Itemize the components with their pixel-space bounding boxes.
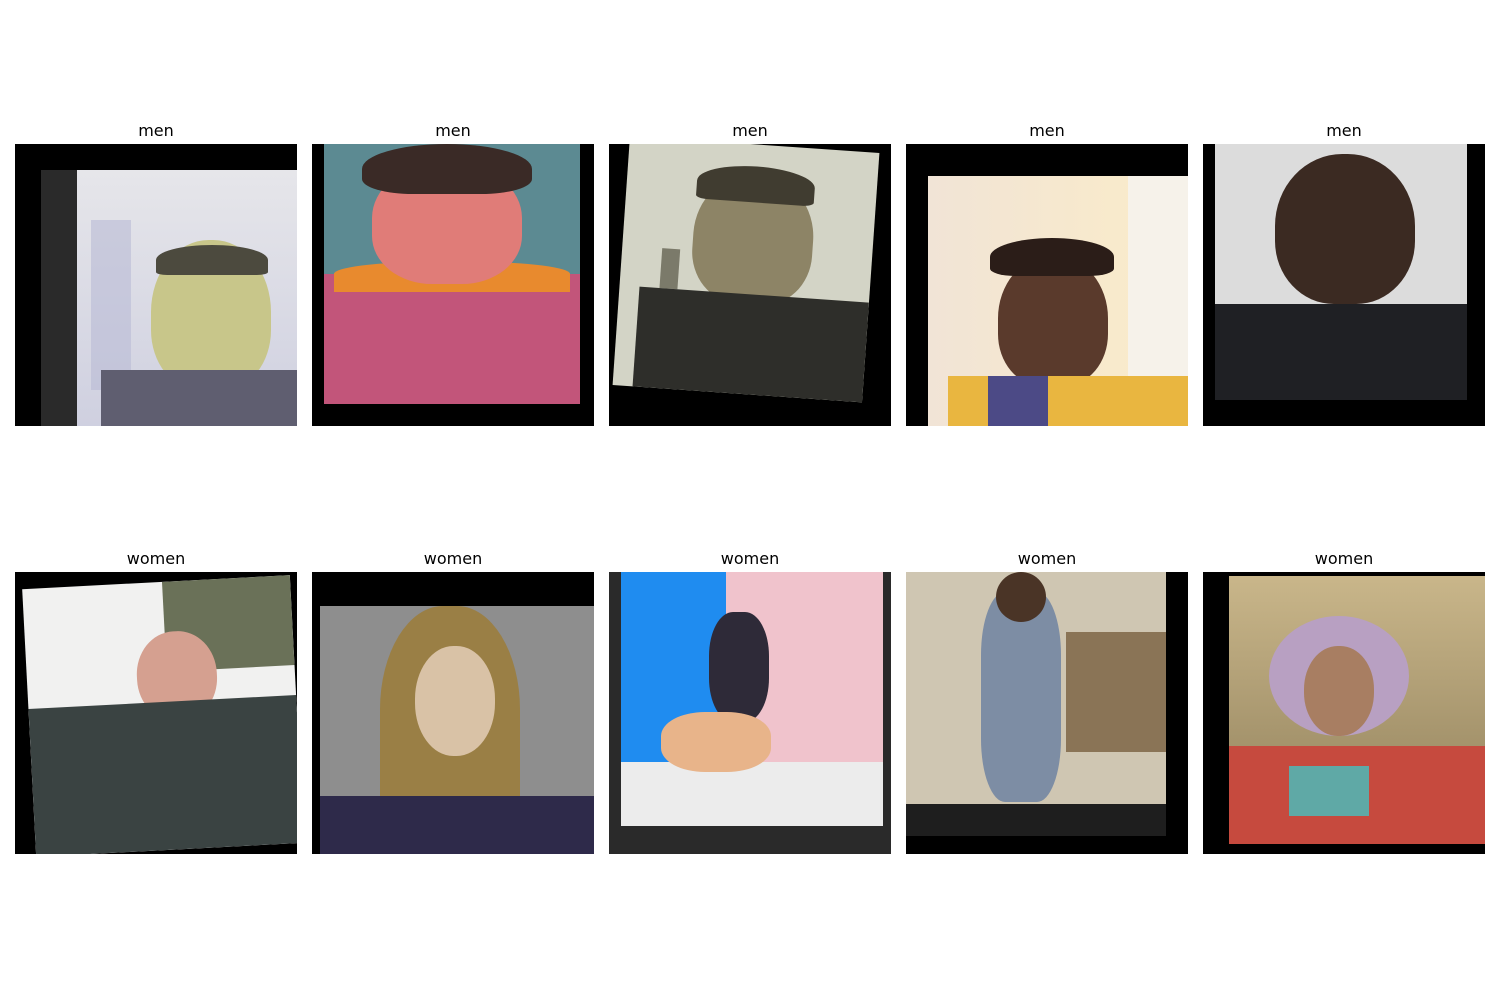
cell-title: men [1326,121,1362,140]
cell-title: women [720,549,780,568]
cell-title: men [732,121,768,140]
photo [320,606,594,854]
cell-title: men [435,121,471,140]
photo [621,572,883,826]
image-panel [906,572,1188,854]
cell-title: women [1017,549,1077,568]
photo [22,575,297,854]
cell-title: women [126,549,186,568]
image-panel [312,572,594,854]
photo [41,170,297,426]
photo [928,176,1188,426]
image-panel [15,572,297,854]
photo [906,572,1166,836]
cell-title: women [1314,549,1374,568]
photo [324,144,580,404]
cell-title: men [138,121,174,140]
photo [1215,144,1467,400]
image-panel [1203,572,1485,854]
image-panel [609,572,891,854]
image-panel [15,144,297,426]
image-panel [906,144,1188,426]
cell-title: men [1029,121,1065,140]
cell-title: women [423,549,483,568]
image-panel [312,144,594,426]
photo [612,144,880,403]
image-panel [609,144,891,426]
image-panel [1203,144,1485,426]
photo [1229,576,1485,844]
